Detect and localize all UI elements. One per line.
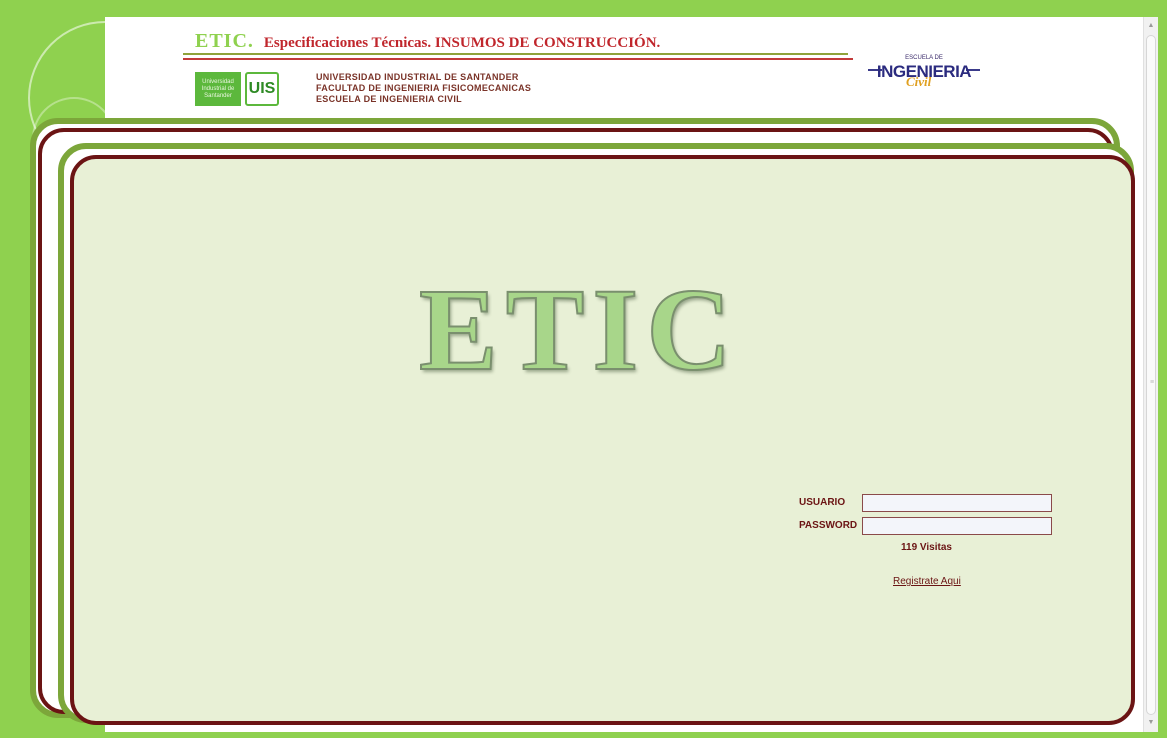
scroll-up-icon[interactable]: ▲: [1144, 19, 1158, 33]
school-name: ESCUELA DE INGENIERIA CIVIL: [316, 94, 462, 104]
visit-counter: 119 Visitas: [901, 542, 952, 553]
logo-script-text: Civil: [906, 74, 932, 89]
page-title: ETIC. Especificaciones Técnicas. INSUMOS…: [195, 30, 660, 53]
register-link[interactable]: Registrate Aqui: [893, 576, 961, 587]
escuela-ingenieria-logo: ESCUELA DE INGENIERIA Civil: [868, 52, 980, 94]
faculty-name: FACULTAD DE INGENIERIA FISICOMECANICAS: [316, 83, 532, 93]
logo-small-text: ESCUELA DE: [905, 55, 943, 61]
uis-logo-icon: UIS: [245, 72, 279, 106]
brand-title: ETIC.: [195, 30, 254, 52]
usuario-label: USUARIO: [799, 497, 846, 508]
uis-logo-text: Universidad Industrial de Santander: [195, 72, 241, 106]
main-panel: [70, 155, 1135, 725]
password-input[interactable]: [862, 517, 1052, 535]
site-subtitle: Especificaciones Técnicas. INSUMOS DE CO…: [263, 35, 661, 51]
scroll-down-icon[interactable]: ▼: [1144, 716, 1158, 730]
header-divider-green: [183, 53, 848, 55]
password-label: PASSWORD: [799, 520, 858, 531]
scrollbar-thumb[interactable]: ≡: [1146, 35, 1156, 715]
university-info: UNIVERSIDAD INDUSTRIAL DE SANTANDER FACU…: [316, 72, 531, 105]
vertical-scrollbar[interactable]: ▲ ≡ ▼: [1143, 17, 1158, 732]
usuario-input[interactable]: [862, 494, 1052, 512]
uis-box-label: Universidad Industrial de Santander: [201, 78, 235, 99]
university-name: UNIVERSIDAD INDUSTRIAL DE SANTANDER: [316, 72, 519, 82]
header-divider-red: [183, 58, 853, 60]
page: ETIC. Especificaciones Técnicas. INSUMOS…: [0, 0, 1167, 738]
uis-logo-label: UIS: [248, 80, 276, 97]
grip-icon: ≡: [1150, 379, 1155, 386]
etic-logo: ETIC: [418, 264, 740, 395]
